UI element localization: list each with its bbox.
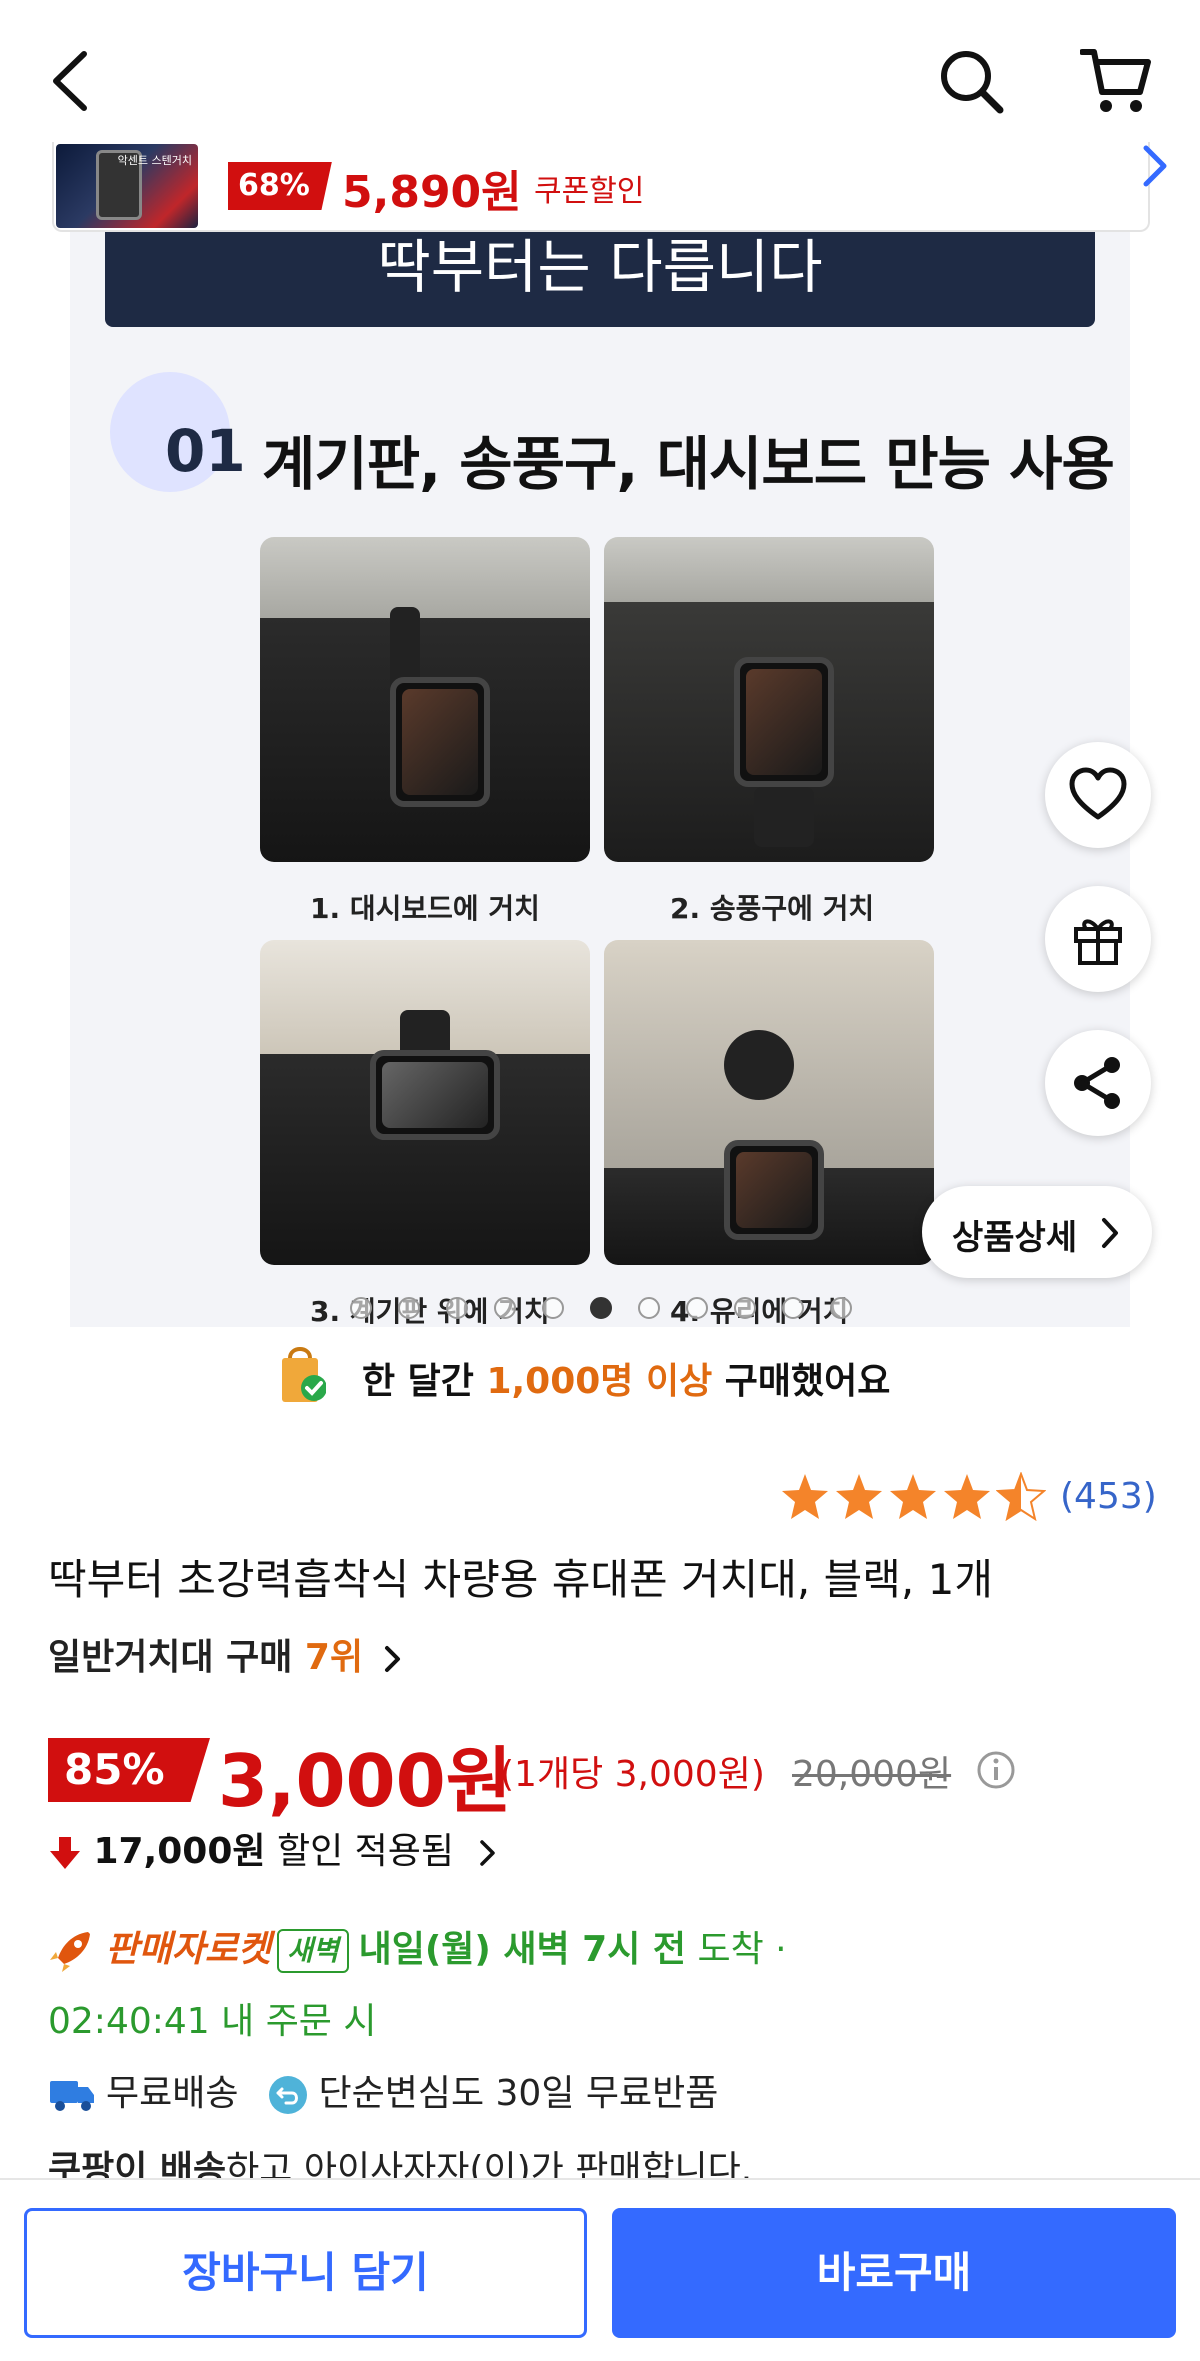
add-to-cart-button[interactable]: 장바구니 담기 [24,2208,587,2338]
star-icon [890,1474,936,1519]
feature-title: 계기판, 송풍구, 대시보드 만능 사용 [262,430,1115,498]
review-count[interactable]: (453) [1060,1476,1157,1517]
caption-1: 1. 대시보드에 거치 [310,892,540,925]
carousel-dot[interactable] [782,1297,804,1319]
chevron-right-icon [1143,145,1167,187]
share-icon [1074,1057,1120,1109]
wishlist-button[interactable] [1045,742,1151,848]
product-photo-cluster [260,940,590,1265]
purchase-count-banner: 한 달간 1,000명 이상 구매했어요 [280,1342,960,1412]
caption-2: 2. 송풍구에 거치 [670,892,875,925]
gift-button[interactable] [1045,886,1151,992]
gift-icon [1074,919,1122,965]
coupon-label: 쿠폰할인 [534,174,645,209]
carousel-dot[interactable] [494,1297,516,1319]
delivery-eta-date: 내일(월) 새벽 7시 전 [358,1929,686,1970]
product-photo-vent [604,537,934,862]
carousel-dot[interactable] [638,1297,660,1319]
category-rank-link[interactable]: 일반거치대 구매 7위 [48,1628,404,1680]
carousel-dot[interactable] [686,1297,708,1319]
bottom-action-bar: 장바구니 담기 바로구매 [0,2178,1200,2361]
carousel-dot[interactable] [590,1297,612,1319]
delivery-eta: 판매자로켓 새벽 내일(월) 새벽 7시 전 도착 · [48,1920,787,1974]
chevron-right-icon [1102,1218,1118,1248]
free-shipping-label: 무료배송 [106,2073,239,2114]
arrow-down-icon [50,1837,80,1869]
dawn-delivery-badge: 새벽 [277,1929,349,1973]
product-image-carousel[interactable]: 딱부터는 다릅니다 01 계기판, 송풍구, 대시보드 만능 사용 1. 대시보… [70,232,1130,1327]
info-icon[interactable] [976,1750,1016,1790]
truck-icon [50,2081,94,2111]
product-detail-label: 상품상세 [952,1218,1078,1258]
rank-prefix: 일반거치대 구매 [48,1637,305,1678]
order-countdown: 02:40:41 내 주문 시 [48,2001,377,2042]
purchase-count-text: 한 달간 1,000명 이상 구매했어요 [362,1352,890,1404]
rocket-icon [50,1932,90,1972]
shipping-info: 무료배송 단순변심도 30일 무료반품 [48,2064,718,2116]
carousel-dot[interactable] [398,1297,420,1319]
saved-amount: 17,000원 [93,1831,266,1872]
shopping-bag-icon [282,1347,326,1402]
back-button[interactable] [46,48,96,114]
coupon-price: 5,890원 [342,167,522,218]
share-button[interactable] [1045,1030,1151,1136]
carousel-dot[interactable] [830,1297,852,1319]
hero-header: 딱부터는 다릅니다 [105,232,1095,327]
top-nav-bar [0,0,1200,150]
carousel-dot[interactable] [350,1297,372,1319]
coupon-discount-badge: 68% [228,162,332,210]
discount-applied-row[interactable]: 17,000원 할인 적용됨 [48,1822,499,1874]
carousel-dot[interactable] [446,1297,468,1319]
star-icon [836,1474,882,1519]
saved-label: 할인 적용됨 [276,1831,454,1872]
delivery-eta-suffix: 도착 · [686,1929,787,1970]
purchase-count-highlight: 1,000명 이상 [486,1361,713,1402]
coupon-banner[interactable]: 악센트 스텐거치 68% 5,890원 쿠폰할인 [52,142,1167,232]
sale-price: 3,000원 [218,1739,512,1823]
unit-price: (1개당 3,000원) [500,1754,765,1795]
star-icon [782,1474,828,1519]
carousel-dot[interactable] [542,1297,564,1319]
discount-badge: 85% [48,1738,210,1802]
carousel-dots [350,1297,930,1321]
star-half-icon [996,1472,1046,1522]
coupon-thumbnail: 악센트 스텐거치 [56,144,198,228]
purchase-count-prefix: 한 달간 [362,1361,487,1402]
chevron-right-icon [480,1840,496,1866]
product-detail-button[interactable]: 상품상세 [922,1186,1152,1278]
rating[interactable]: (453) [780,1472,1160,1528]
free-return-label: 단순변심도 30일 무료반품 [318,2073,719,2114]
search-button[interactable] [936,46,1006,116]
carousel-dot[interactable] [734,1297,756,1319]
product-photo-glass [604,940,934,1265]
buy-now-button[interactable]: 바로구매 [612,2208,1176,2338]
feature-number: 01 [165,417,246,485]
coupon-thumbnail-text: 악센트 스텐거치 [117,154,192,167]
star-icon [944,1474,990,1519]
original-price: 20,000원 [792,1754,952,1795]
cart-icon [1079,49,1151,112]
cart-button[interactable] [1079,46,1152,116]
heart-icon [1069,767,1127,820]
rank-value: 7위 [304,1637,364,1678]
product-photo-dashboard [260,537,590,862]
hero-header-text: 딱부터는 다릅니다 [377,233,823,301]
chevron-right-icon [384,1646,400,1672]
purchase-count-suffix: 구매했어요 [712,1361,891,1402]
product-title: 딱부터 초강력흡착식 차량용 휴대폰 거치대, 블랙, 1개 [48,1555,993,1604]
search-icon [941,51,1004,114]
back-icon [53,51,87,111]
return-icon [269,2076,308,2114]
seller-rocket-label: 판매자로켓 [105,1929,272,1970]
